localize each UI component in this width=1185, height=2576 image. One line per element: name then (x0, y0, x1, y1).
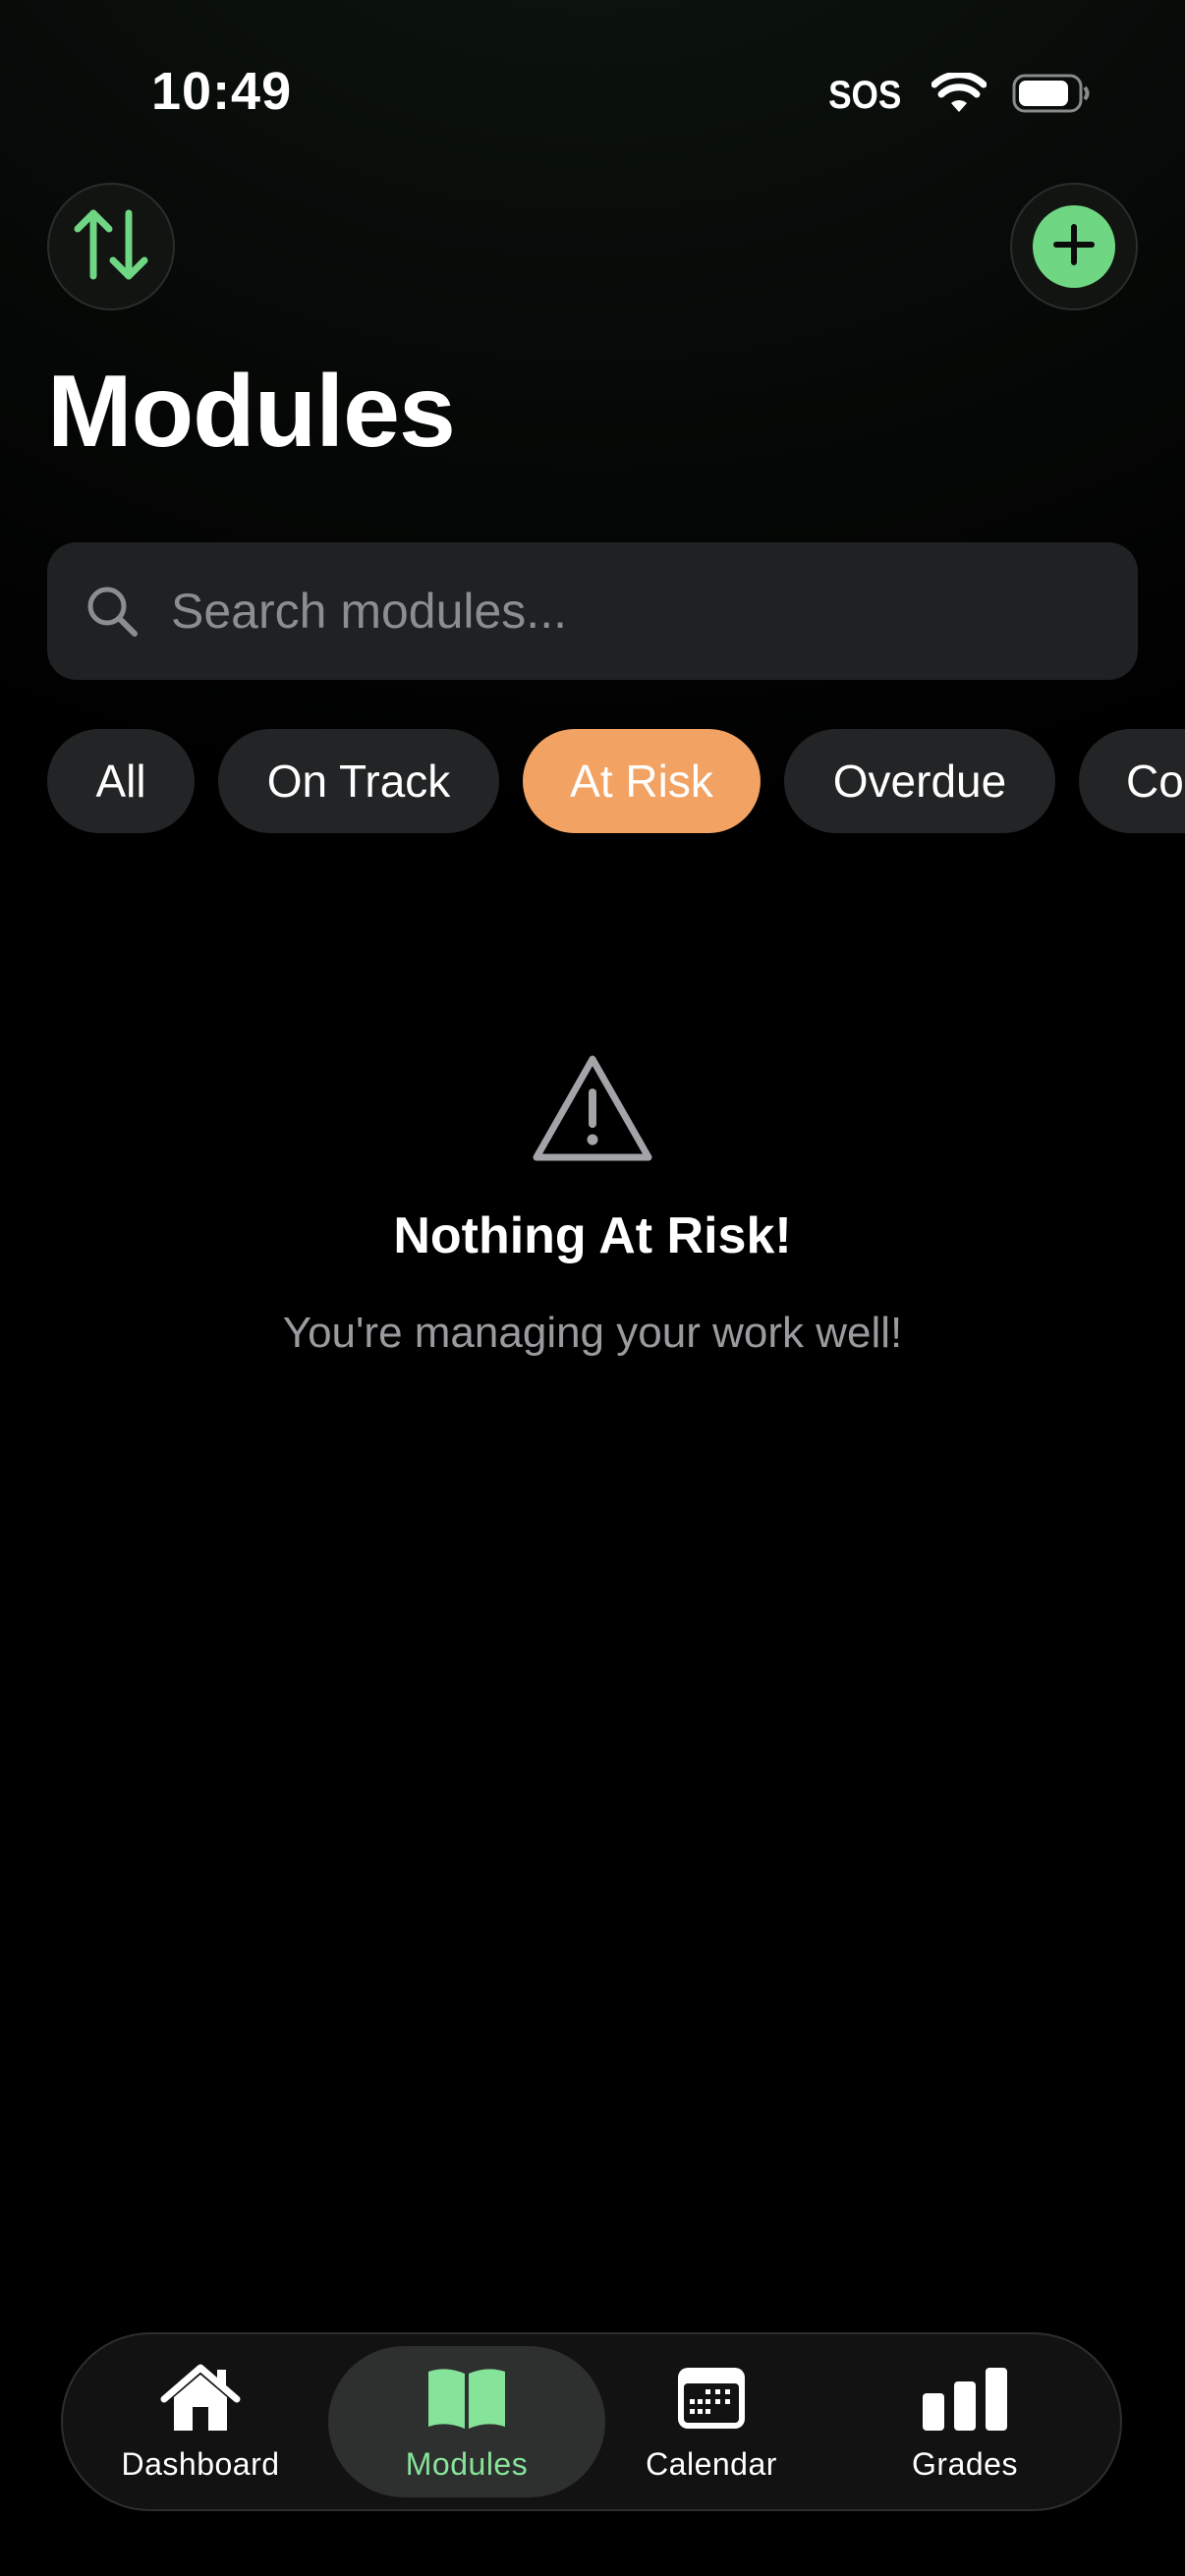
filter-chip-completed[interactable]: Co (1079, 729, 1185, 833)
house-icon (160, 2362, 241, 2435)
search-bar[interactable] (47, 541, 1138, 681)
tab-grades-label: Grades (912, 2445, 1018, 2482)
filter-chips: All On Track At Risk Overdue Co (47, 729, 1185, 833)
filter-chip-at-risk[interactable]: At Risk (523, 729, 761, 833)
plus-icon (1052, 223, 1096, 271)
tab-grades[interactable]: Grades (886, 2334, 1044, 2509)
empty-state-title: Nothing At Risk! (393, 1207, 792, 1264)
add-module-button[interactable] (1010, 183, 1138, 310)
tab-modules[interactable]: Modules (328, 2346, 605, 2497)
tab-calendar[interactable]: Calendar (633, 2334, 790, 2509)
tab-bar: Dashboard Modules Calendar Grades (61, 2332, 1122, 2511)
bar-chart-icon (921, 2362, 1009, 2435)
page-title: Modules (47, 355, 456, 469)
tab-modules-label: Modules (405, 2445, 529, 2482)
modules-screen: 10:49 SOS Modules Search modules... All … (0, 0, 1185, 2576)
tab-dashboard[interactable]: Dashboard (121, 2334, 280, 2509)
search-input[interactable] (169, 541, 1138, 681)
tab-dashboard-label: Dashboard (121, 2445, 280, 2482)
carrier-status: SOS (827, 73, 901, 117)
filter-chip-all[interactable]: All (47, 729, 195, 833)
filter-chip-overdue[interactable]: Overdue (784, 729, 1055, 833)
tab-calendar-label: Calendar (646, 2445, 777, 2482)
search-icon (85, 584, 140, 639)
status-bar-right: SOS (823, 70, 1091, 120)
battery-icon (1012, 73, 1091, 119)
warning-triangle-icon (529, 1051, 656, 1167)
sort-button[interactable] (47, 183, 175, 310)
wifi-icon (931, 70, 988, 119)
add-button-circle (1033, 205, 1115, 288)
calendar-icon (676, 2362, 747, 2435)
empty-state-subtitle: You're managing your work well! (282, 1309, 903, 1357)
sort-arrows-icon (70, 207, 152, 287)
book-icon (426, 2362, 507, 2435)
filter-chip-on-track[interactable]: On Track (218, 729, 499, 833)
status-time: 10:49 (151, 62, 293, 121)
